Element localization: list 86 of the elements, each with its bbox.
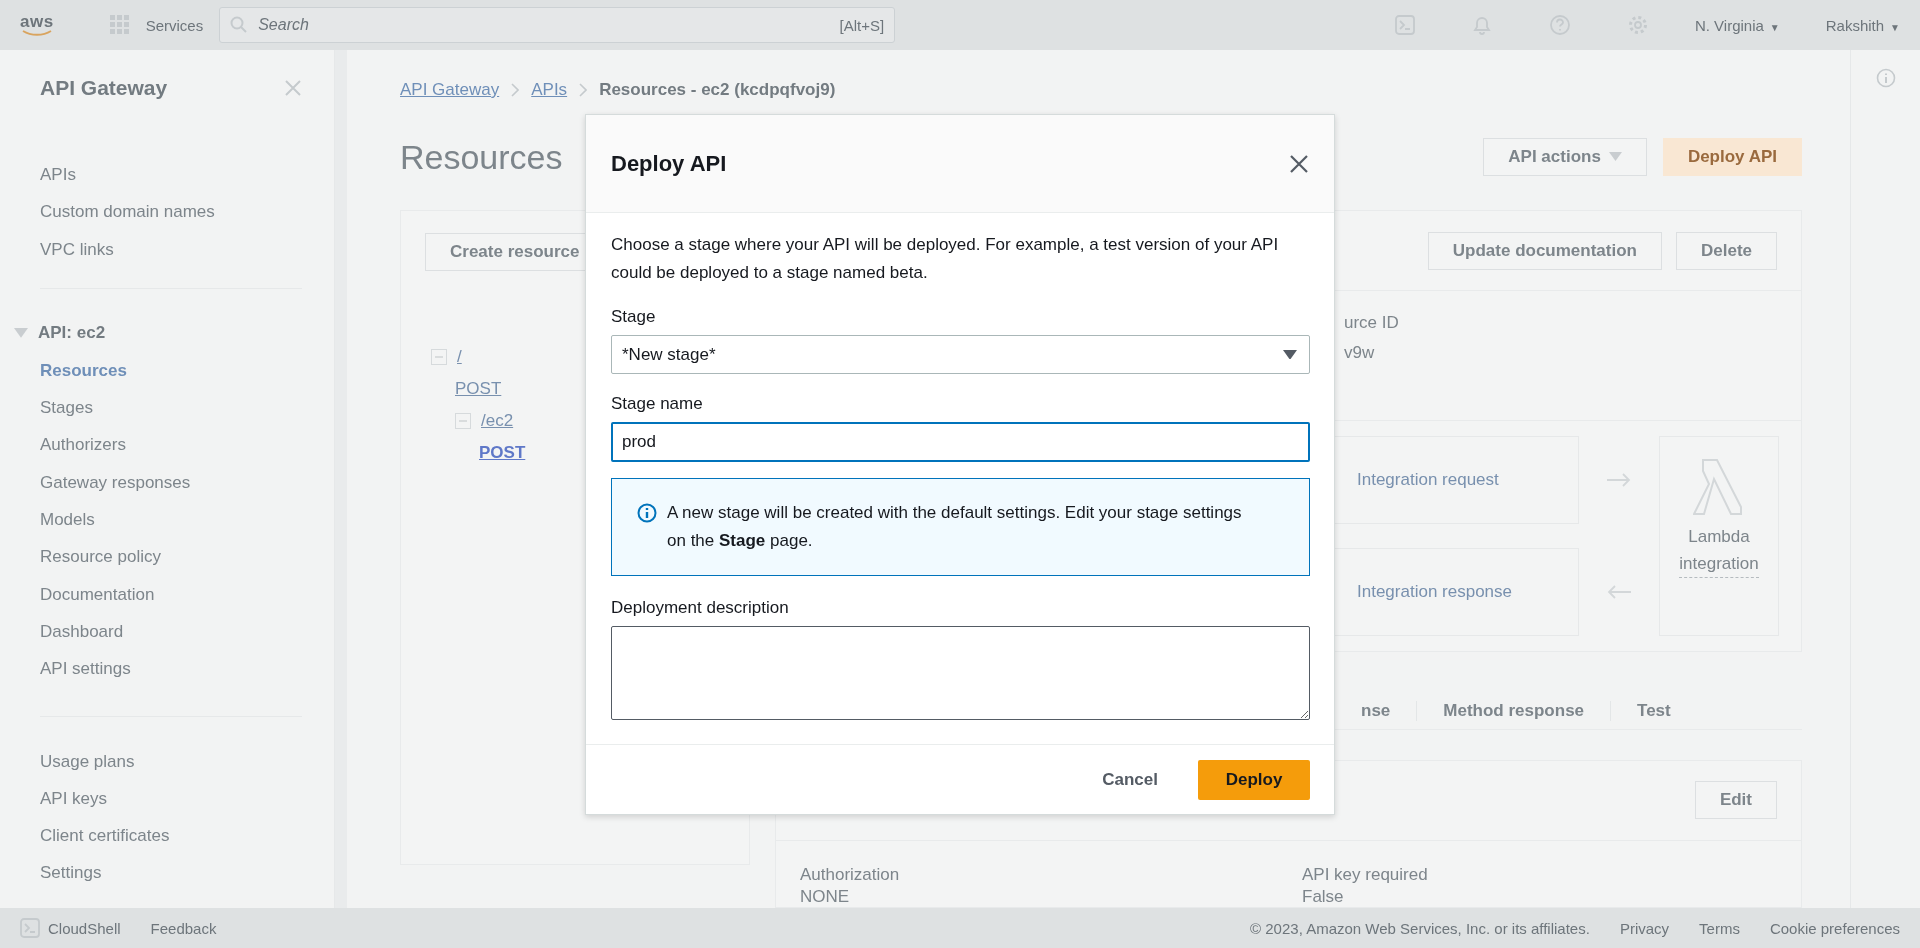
search-icon <box>230 16 249 34</box>
tab[interactable]: Method response <box>1416 700 1611 721</box>
info-text: A new stage will be created with the default settings. Edit your stage settings on the Stage page. <box>667 502 1243 552</box>
method-link[interactable]: POST <box>455 379 502 399</box>
breadcrumb-current: Resources - ec2 (kcdpqfvoj9) <box>599 80 836 100</box>
method-link[interactable]: POST <box>479 443 526 463</box>
services-menu[interactable]: Services <box>145 16 204 34</box>
footer-link[interactable]: Cookie preferences <box>1769 919 1900 937</box>
nav-item[interactable]: Dashboard <box>40 612 334 651</box>
deploy-button[interactable]: Deploy <box>1198 759 1310 800</box>
stage-name-field[interactable]: prod <box>611 422 1310 462</box>
field-label: API key required <box>1302 865 1429 885</box>
terminal-icon <box>20 918 40 938</box>
nav-item[interactable]: Documentation <box>40 575 334 613</box>
field-value: v9w <box>1344 343 1376 363</box>
nav-item[interactable]: Stages <box>40 389 334 427</box>
nav-item[interactable]: Resources <box>40 351 334 390</box>
tab[interactable]: Test <box>1610 700 1697 721</box>
description-field[interactable] <box>611 626 1310 720</box>
resource-link[interactable]: /ec2 <box>481 411 514 431</box>
nav-item[interactable]: Client certificates <box>40 817 334 855</box>
dialog-description: Choose a stage where your API will be deployed. For example, a test version of your API could be deployed to a stage named beta. <box>611 234 1280 284</box>
nav-item[interactable]: Resource policy <box>40 538 334 576</box>
info-icon[interactable] <box>1875 68 1896 88</box>
region-menu[interactable]: N. Virginia ▼ <box>1694 16 1780 34</box>
collapse-icon[interactable] <box>455 413 471 429</box>
toolbar-button[interactable]: Update documentation <box>1427 231 1662 270</box>
footer-link[interactable]: Privacy <box>1619 919 1670 937</box>
nav-item[interactable]: Settings <box>40 854 334 892</box>
lambda-icon <box>1693 459 1745 515</box>
caret-icon <box>1283 349 1297 360</box>
tab[interactable]: nse <box>1335 700 1417 721</box>
nav-item[interactable]: API keys <box>40 779 334 818</box>
breadcrumb-link[interactable]: API Gateway <box>400 80 500 100</box>
user-menu[interactable]: Rakshith ▼ <box>1825 16 1900 34</box>
nav-item[interactable]: VPC links <box>40 230 334 268</box>
field-label: Stage <box>611 307 657 327</box>
collapse-icon[interactable] <box>431 349 447 365</box>
edit-button[interactable]: Edit <box>1694 781 1777 819</box>
left-arrow-icon <box>1607 585 1631 599</box>
nav-item[interactable]: Models <box>40 501 334 539</box>
cancel-button[interactable]: Cancel <box>1086 761 1174 798</box>
aws-logo[interactable]: aws <box>20 13 54 37</box>
resource-link[interactable]: / <box>457 347 462 367</box>
field-label: urce ID <box>1344 313 1400 333</box>
copyright-text: © 2023, Amazon Web Services, Inc. or its affiliates. <box>1250 919 1590 937</box>
search-field[interactable]: Search [Alt+S] <box>219 7 896 43</box>
api-actions-button[interactable]: API actions <box>1483 138 1647 176</box>
right-arrow-icon <box>1607 473 1631 487</box>
dialog-title: Deploy API <box>611 150 727 177</box>
field-label: Deployment description <box>611 598 790 618</box>
stage-select[interactable]: *New stage* <box>611 335 1310 374</box>
nav-item[interactable]: APIs <box>40 156 334 194</box>
terminal-icon[interactable] <box>1394 15 1415 35</box>
shortcut-hint: [Alt+S] <box>839 16 885 34</box>
lambda-target-box[interactable]: Lambda integration <box>1659 436 1779 636</box>
nav-item[interactable]: Usage plans <box>40 742 334 780</box>
settings-icon[interactable] <box>1626 14 1649 36</box>
deploy-api-button[interactable]: Deploy API <box>1662 138 1802 176</box>
caret-icon <box>1608 152 1622 162</box>
field-label: Authorization <box>800 865 901 885</box>
breadcrumb-link[interactable]: APIs <box>531 80 568 100</box>
target-label: Lambda integration <box>1679 523 1759 578</box>
field-value: False <box>1302 887 1345 907</box>
footer-link[interactable]: Terms <box>1699 919 1740 937</box>
grid-icon[interactable] <box>109 15 130 35</box>
close-icon[interactable] <box>284 79 302 97</box>
feedback-link[interactable]: Feedback <box>150 919 217 937</box>
field-label: Stage name <box>611 394 704 414</box>
toolbar-button[interactable]: Delete <box>1675 231 1777 270</box>
chevron-icon <box>511 83 520 97</box>
section-header[interactable]: API: ec2 <box>38 323 106 344</box>
nav-item[interactable]: Authorizers <box>40 426 334 464</box>
caret-icon <box>14 328 28 339</box>
page-title: Resources <box>400 137 563 177</box>
info-icon <box>637 503 657 523</box>
nav-item[interactable]: Custom domain names <box>40 193 334 231</box>
cloudshell-link[interactable]: CloudShell <box>48 919 121 937</box>
field-value: NONE <box>800 887 851 907</box>
nav-item[interactable]: Gateway responses <box>40 463 334 502</box>
expand-caret-icon[interactable] <box>14 328 28 339</box>
nav-item[interactable]: API settings <box>40 650 334 688</box>
help-icon[interactable] <box>1548 14 1571 36</box>
sidebar-title: API Gateway <box>40 76 168 100</box>
chevron-icon <box>579 83 588 97</box>
search-placeholder: Search <box>258 16 310 34</box>
